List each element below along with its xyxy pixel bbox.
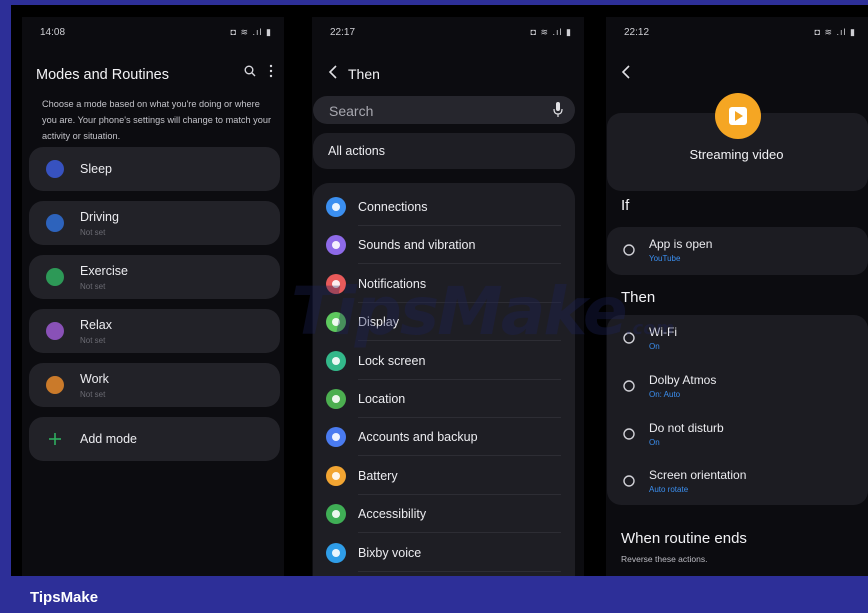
mode-icon: [46, 214, 64, 232]
routine-ends-description: Reverse these actions.: [621, 554, 708, 564]
minus-circle-icon: [622, 427, 636, 441]
action-category-item[interactable]: [313, 572, 575, 576]
sync-icon: [326, 427, 346, 448]
status-bar: 22:12 ◘ ≋ .ıl ▮: [624, 27, 856, 41]
add-icon: [46, 430, 64, 448]
all-actions-button[interactable]: All actions: [313, 133, 575, 169]
search-bar[interactable]: [313, 96, 575, 124]
mode-item[interactable]: Exercise Not set: [29, 255, 280, 299]
status-icons: ◘ ≋ .ıl ▮: [814, 27, 856, 37]
action-category-item[interactable]: Accessibility: [313, 495, 575, 534]
dolby-icon: [622, 379, 636, 393]
mode-item[interactable]: Sleep: [29, 147, 280, 191]
more-options-icon[interactable]: [268, 64, 274, 78]
action-category-item[interactable]: Battery: [313, 457, 575, 495]
then-action-item[interactable]: Dolby Atmos On: Auto: [607, 363, 868, 411]
mode-item[interactable]: Driving Not set: [29, 201, 280, 245]
accessibility-icon: [326, 504, 346, 525]
if-condition-item-value: YouTube: [649, 254, 681, 263]
action-category-label: Accessibility: [358, 507, 427, 522]
action-category-item[interactable]: Bixby voice: [313, 534, 575, 572]
watermark-suffix: .com: [625, 318, 675, 339]
page-title: Then: [348, 66, 380, 82]
status-time: 22:17: [330, 27, 356, 38]
then-action-item-value: Auto rotate: [649, 485, 689, 494]
screenshot-frame: 14:08 ◘ ≋ .ıl ▮ Modes and Routines Choos…: [11, 5, 868, 576]
pin-icon: [326, 389, 346, 409]
action-category-list: Connections Sounds and vibration Notificat…: [313, 183, 575, 576]
if-condition-item[interactable]: App is open YouTube: [607, 227, 868, 275]
play-video-icon[interactable]: [715, 93, 761, 139]
if-section-title: If: [621, 197, 630, 214]
if-conditions-card: App is open YouTube: [607, 227, 868, 275]
if-condition-item-title: App is open: [649, 237, 713, 251]
action-category-label: Sounds and vibration: [358, 238, 476, 253]
all-actions-label: All actions: [328, 144, 385, 158]
mode-icon: [46, 160, 64, 178]
mode-icon: [46, 268, 64, 286]
page-title: Modes and Routines: [36, 67, 169, 83]
lock-icon: [326, 350, 346, 371]
battery-icon: [326, 465, 346, 486]
mode-item[interactable]: Relax Not set: [29, 309, 280, 353]
then-action-item-value: On: Auto: [649, 390, 681, 399]
watermark-text: TipsMake: [291, 273, 628, 350]
action-category-label: Location: [358, 392, 406, 406]
action-category-label: Connections: [358, 200, 428, 214]
mode-icon: [46, 376, 64, 394]
mode-status: Not set: [80, 228, 106, 237]
mode-status: Not set: [80, 390, 106, 399]
action-category-item[interactable]: Accounts and backup: [313, 418, 575, 457]
status-time: 14:08: [40, 27, 66, 38]
then-action-item-title: Screen orientation: [649, 468, 747, 482]
status-bar: 14:08 ◘ ≋ .ıl ▮: [40, 27, 272, 41]
speaker-icon: [326, 235, 346, 256]
status-icons: ◘ ≋ .ıl ▮: [230, 27, 272, 37]
search-icon[interactable]: [244, 65, 256, 77]
mode-icon: [46, 322, 64, 340]
action-category-label: Battery: [358, 468, 398, 483]
status-icons: ◘ ≋ .ıl ▮: [530, 27, 572, 37]
wifi-icon: [326, 197, 346, 217]
mode-item[interactable]: Work Not set: [29, 363, 280, 407]
footer-bar: TipsMake: [0, 578, 868, 613]
mode-name: Driving: [80, 210, 119, 224]
action-category-label: Accounts and backup: [358, 430, 478, 445]
then-action-item[interactable]: Screen orientation Auto rotate: [607, 458, 868, 506]
watermark: TipsMake.com: [291, 273, 674, 350]
back-icon[interactable]: [326, 63, 340, 81]
grid-icon: [622, 243, 636, 257]
action-category-item[interactable]: Location: [313, 380, 575, 418]
mode-name: Add mode: [80, 432, 137, 446]
mode-status: Not set: [80, 282, 106, 291]
routine-ends-title: When routine ends: [621, 530, 747, 547]
back-icon[interactable]: [620, 63, 632, 81]
rotate-icon: [622, 474, 636, 488]
mode-item[interactable]: Add mode: [29, 417, 280, 461]
then-action-item[interactable]: Do not disturb On: [607, 411, 868, 459]
mode-name: Work: [80, 372, 109, 386]
then-action-item-value: On: [649, 438, 660, 447]
modes-and-routines-screen: 14:08 ◘ ≋ .ıl ▮ Modes and Routines Choos…: [22, 17, 284, 576]
status-time: 22:12: [624, 27, 650, 38]
action-category-label: Lock screen: [358, 353, 426, 368]
microphone-icon[interactable]: [553, 102, 563, 118]
status-bar: 22:17 ◘ ≋ .ıl ▮: [330, 27, 572, 41]
routine-name[interactable]: Streaming video: [606, 147, 867, 162]
mode-name: Exercise: [80, 264, 128, 278]
mode-status: Not set: [80, 336, 106, 345]
action-category-item[interactable]: Sounds and vibration: [313, 226, 575, 265]
bixby-icon: [326, 542, 346, 563]
action-category-item[interactable]: Connections: [313, 188, 575, 226]
then-action-item-title: Dolby Atmos: [649, 373, 717, 387]
then-action-item-title: Do not disturb: [649, 421, 724, 435]
page-description: Choose a mode based on what you're doing…: [42, 99, 272, 141]
footer-brand: TipsMake: [30, 589, 99, 606]
mode-name: Relax: [80, 318, 112, 332]
search-input[interactable]: [327, 100, 531, 122]
mode-name: Sleep: [80, 162, 112, 176]
action-category-label: Bixby voice: [358, 545, 422, 560]
